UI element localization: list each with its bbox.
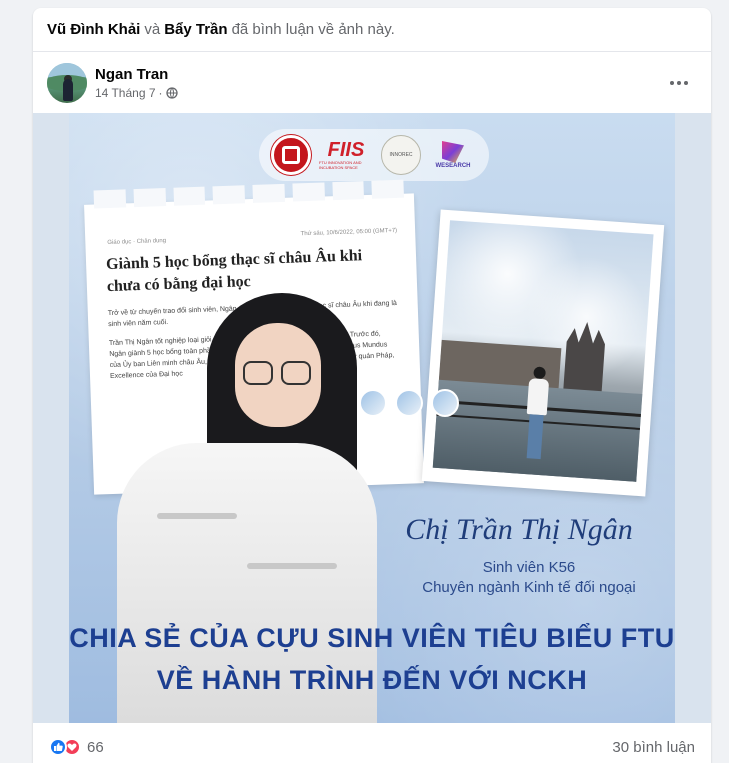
post-footer: 66 30 bình luận (33, 723, 711, 763)
post-date[interactable]: 14 Tháng 7 (95, 85, 156, 101)
logo-strip: FIIS FTU INNOVATION AND INCUBATION SPACE… (259, 129, 489, 181)
reaction-count[interactable]: 66 (87, 739, 104, 756)
globe-icon[interactable] (165, 87, 178, 99)
activity-connector: và (144, 21, 161, 38)
article-headline: Giành 5 học bổng thạc sĩ châu Âu khi chư… (105, 247, 363, 296)
post-date-line: 14 Tháng 7 · (95, 85, 178, 101)
poster-banner-line-2: VỀ HÀNH TRÌNH ĐẾN VỚI NCKH (156, 665, 588, 695)
poster-person-name: Chị Trần Thị Ngân (405, 513, 633, 546)
more-options-icon[interactable] (661, 65, 697, 101)
comment-count[interactable]: 30 bình luận (612, 739, 695, 756)
amsterdam-photo (421, 209, 665, 497)
poster-image: FIIS FTU INNOVATION AND INCUBATION SPACE… (69, 113, 675, 723)
activity-action: đã bình luận về ảnh này. (231, 21, 395, 38)
ftu-logo-icon (271, 135, 311, 175)
poster-role-line-1: Sinh viên K56 (482, 559, 576, 576)
fiis-logo-icon: FIIS FTU INNOVATION AND INCUBATION SPACE (319, 139, 365, 170)
avatar[interactable] (47, 63, 87, 103)
innorec-logo-icon: INNOREC (381, 135, 421, 175)
poster-role-line-2: Chuyên ngành Kinh tế đối ngoại (422, 579, 636, 596)
activity-user-2[interactable]: Bẩy Trần (164, 21, 227, 38)
post-meta: Ngan Tran 14 Tháng 7 · (95, 65, 178, 101)
portrait-photo (97, 293, 397, 723)
article-date: Thứ sáu, 10/6/2022, 05:00 (GMT+7) (300, 227, 398, 238)
activity-user-1[interactable]: Vũ Đình Khải (47, 21, 140, 38)
reaction-icons[interactable]: 66 (49, 738, 104, 756)
author-name[interactable]: Ngan Tran (95, 65, 178, 85)
activity-line: Vũ Đình Khải và Bẩy Trần đã bình luận về… (33, 8, 711, 52)
date-separator: · (158, 86, 163, 100)
post-header: Ngan Tran 14 Tháng 7 · (47, 60, 697, 106)
post-card: Vũ Đình Khải và Bẩy Trần đã bình luận về… (33, 8, 711, 763)
poster-banner-line-1: CHIA SẺ CỦA CỰU SINH VIÊN TIÊU BIỂU FTU (69, 623, 675, 653)
wesearch-logo-icon: WESEARCH (429, 135, 477, 175)
like-icon (49, 738, 67, 756)
article-breadcrumb: Giáo dục · Chân dung (107, 238, 167, 247)
post-photo[interactable]: FIIS FTU INNOVATION AND INCUBATION SPACE… (33, 113, 711, 723)
